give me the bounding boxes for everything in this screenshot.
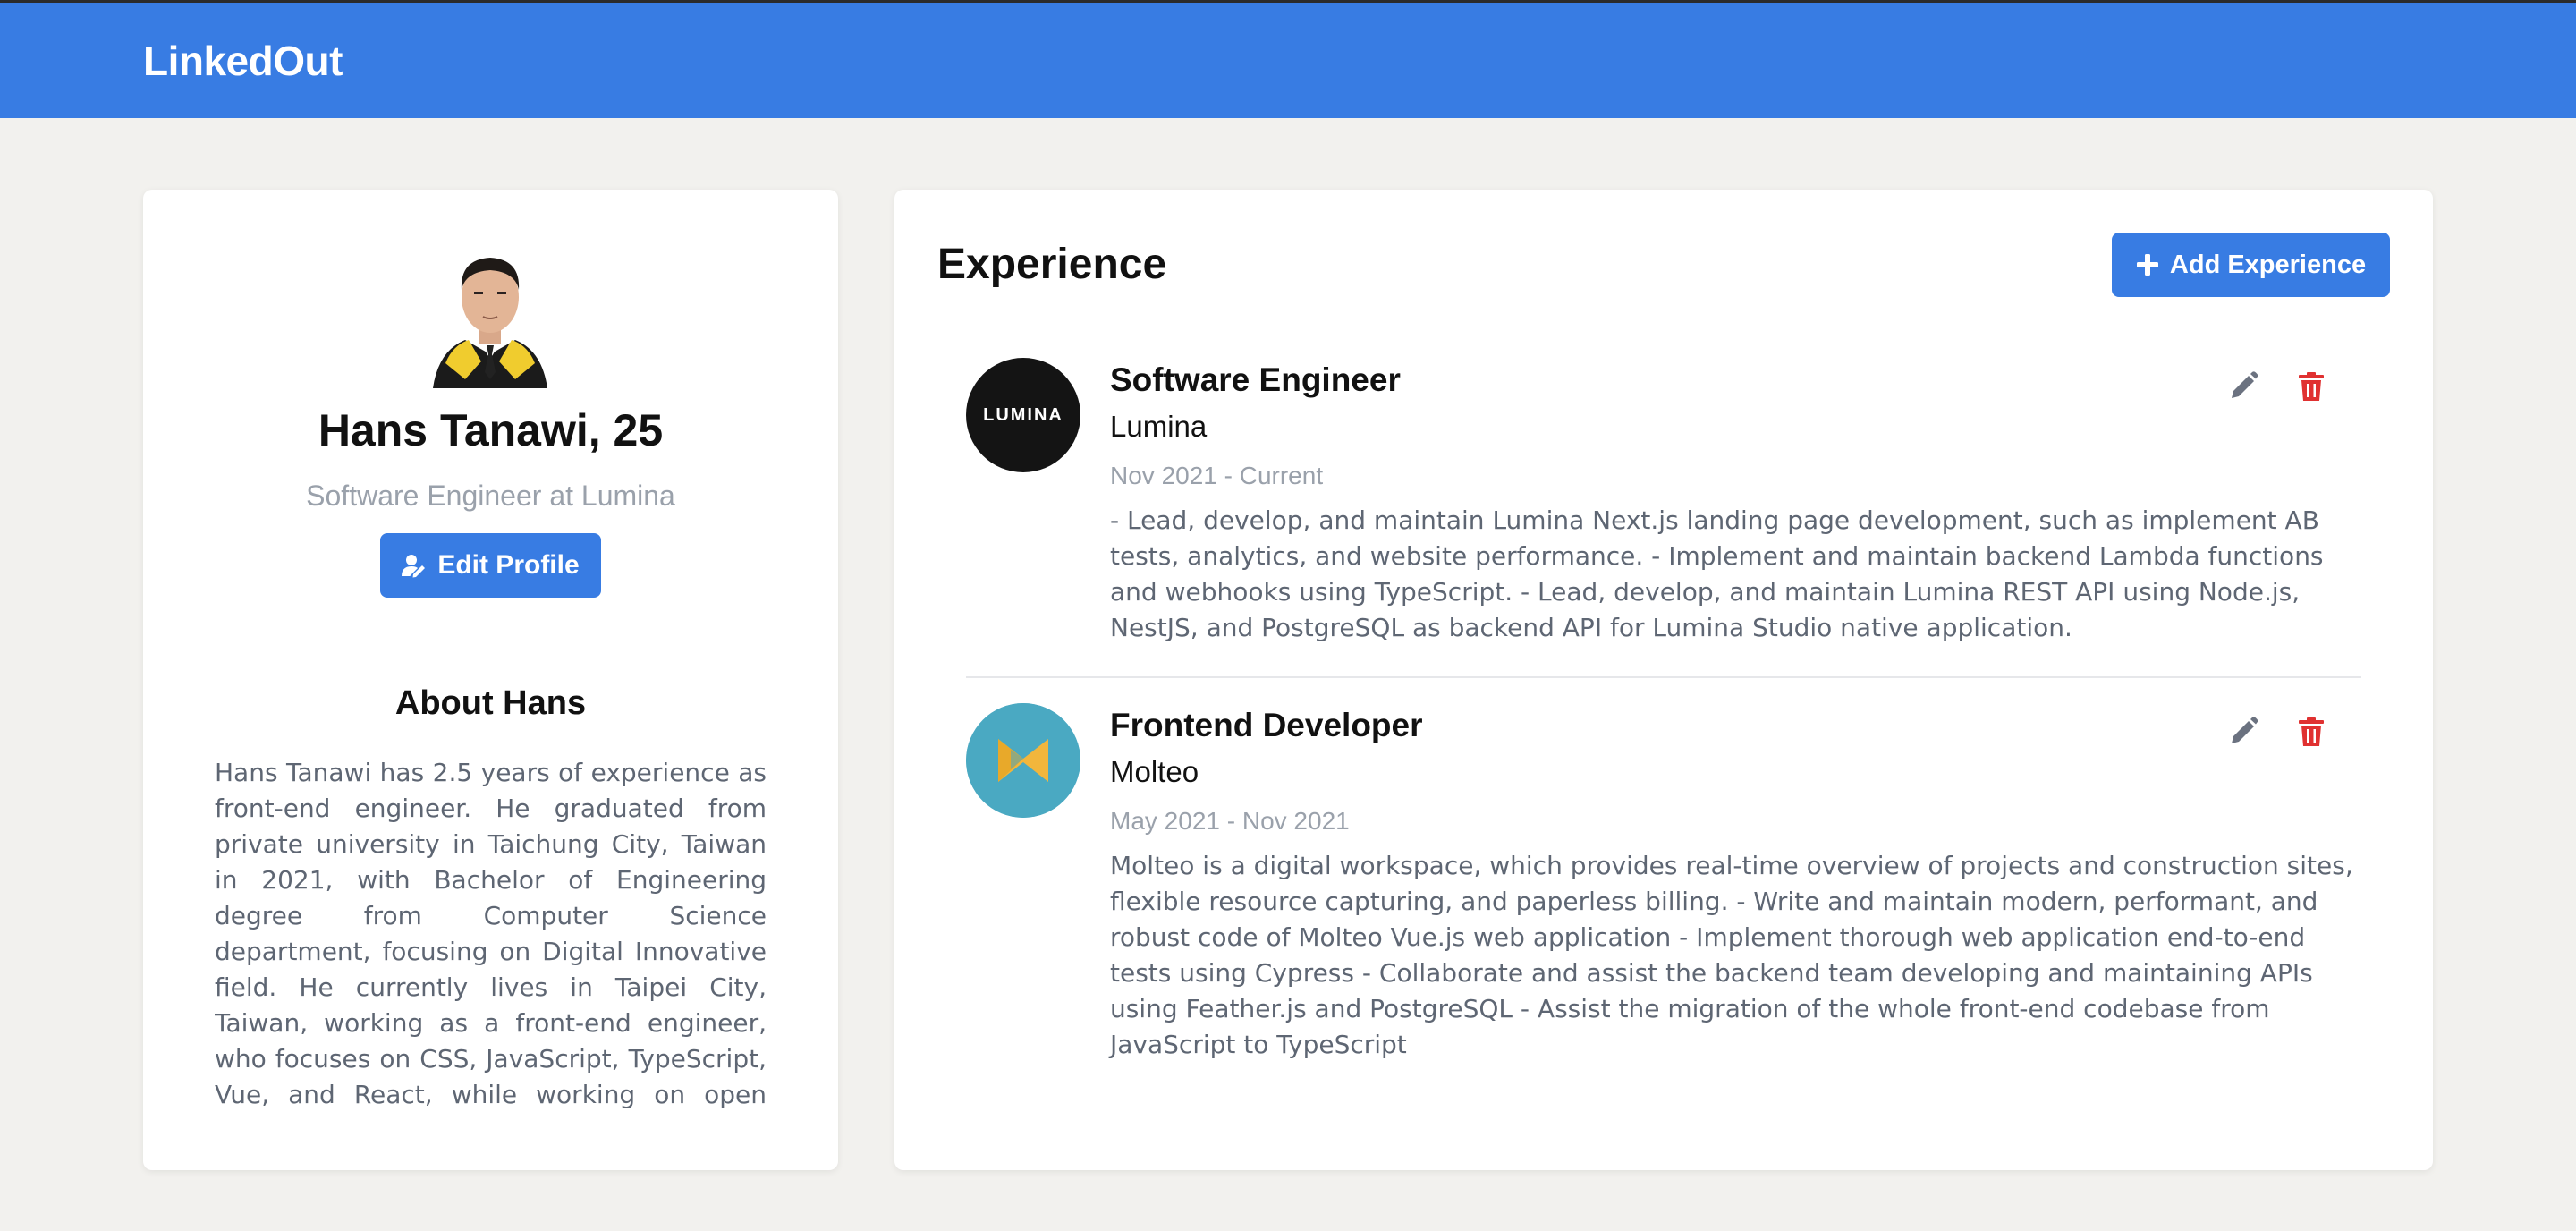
trash-icon[interactable] [2295,716,2327,748]
experience-card: Experience Add Experience LUMINA Softwar… [894,190,2433,1170]
about-text: Hans Tanawi has 2.5 years of experience … [215,758,767,1109]
job-description: Molteo is a digital workspace, which pro… [1110,851,2353,1059]
employment-period: Nov 2021 - Current [1110,462,1324,489]
add-experience-label: Add Experience [2169,250,2367,279]
top-navbar: LinkedOut [0,0,2576,118]
job-description: - Lead, develop, and maintain Lumina Nex… [1110,505,2324,642]
edit-profile-button[interactable]: Edit Profile [380,533,601,598]
pencil-icon[interactable] [2227,716,2259,748]
experience-title: Experience [937,241,1167,288]
user-pen-icon [402,555,426,578]
lumina-logo: LUMINA [966,358,1080,472]
company-name: Lumina [1110,410,1208,443]
trash-icon[interactable] [2295,370,2327,403]
about-title: About Hans [394,684,587,722]
job-title: Frontend Developer [1110,707,1423,743]
profile-avatar [433,258,547,388]
company-name: Molteo [1110,755,1199,788]
profile-card: Hans Tanawi, 25 Software Engineer at Lum… [143,190,838,1170]
add-experience-button[interactable]: Add Experience [2112,233,2390,297]
lumina-logo-text: LUMINA [983,404,1063,425]
employment-period: May 2021 - Nov 2021 [1110,807,1350,835]
pencil-icon[interactable] [2227,370,2259,403]
profile-headline: Software Engineer at Lumina [306,480,675,512]
profile-name: Hans Tanawi, 25 [318,405,664,455]
edit-profile-label: Edit Profile [437,550,580,580]
experience-item: Frontend Developer Molteo May 2021 - Nov… [966,703,2361,1088]
experience-item: LUMINA Software Engineer Lumina Nov 2021… [966,358,2361,678]
brand-logo[interactable]: LinkedOut [143,37,343,85]
job-title: Software Engineer [1110,361,1401,398]
molteo-logo [966,703,1080,818]
plus-icon [2136,254,2158,276]
